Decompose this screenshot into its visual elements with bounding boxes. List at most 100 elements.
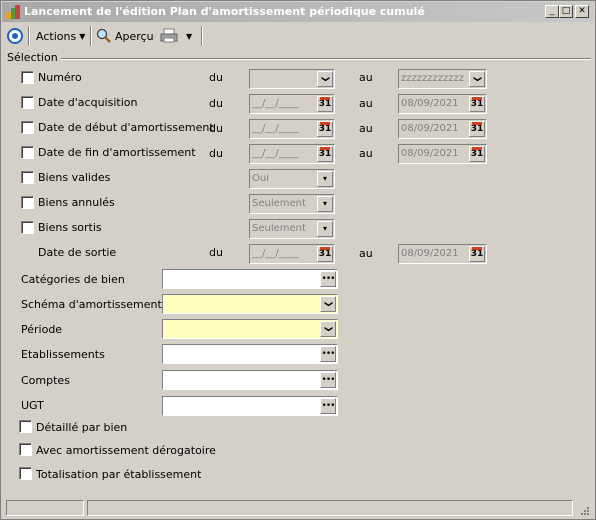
date-acquisition-from-field[interactable]: __/__/____ 31: [249, 94, 335, 114]
au-label: au: [359, 122, 373, 135]
calendar-icon: 31: [318, 122, 332, 134]
biens-valides-checkbox[interactable]: [21, 171, 34, 184]
date-sortie-to-value: 08/09/2021: [401, 248, 459, 259]
date-debut-to-calendar-button[interactable]: 31: [469, 121, 485, 137]
double-chevron-icon: ❯: [472, 75, 482, 83]
biens-sortis-value: Seulement: [252, 223, 306, 234]
actions-menu-button[interactable]: Actions ▼: [36, 25, 85, 47]
date-acquisition-from-value: __/__/____: [252, 98, 299, 109]
date-debut-from-field[interactable]: __/__/____ 31: [249, 119, 335, 139]
biens-sortis-select[interactable]: Seulement ▾: [249, 219, 335, 239]
periode-picker-button[interactable]: ❯: [320, 321, 336, 337]
etablissements-lookup-button[interactable]: •••: [320, 346, 336, 362]
title-bar[interactable]: Lancement de l'édition Plan d'amortissem…: [2, 2, 594, 22]
apercu-button[interactable]: Aperçu: [96, 25, 154, 47]
biens-sortis-checkbox[interactable]: [21, 221, 34, 234]
numero-checkbox[interactable]: [21, 71, 34, 84]
app-icon: [6, 5, 20, 19]
date-acquisition-from-calendar-button[interactable]: 31: [317, 96, 333, 112]
date-sortie-to-calendar-button[interactable]: 31: [469, 246, 485, 262]
biens-valides-select[interactable]: Oui ▾: [249, 169, 335, 189]
date-acquisition-to-calendar-button[interactable]: 31: [469, 96, 485, 112]
numero-to-field[interactable]: zzzzzzzzzzzz ❯: [398, 69, 487, 89]
date-debut-from-value: __/__/____: [252, 123, 299, 134]
ugt-field[interactable]: •••: [162, 396, 338, 416]
biens-annules-select[interactable]: Seulement ▾: [249, 194, 335, 214]
numero-to-picker-button[interactable]: ❯: [469, 71, 485, 87]
biens-sortis-dropdown-button[interactable]: ▾: [317, 221, 333, 237]
group-divider: [61, 58, 591, 60]
schema-label: Schéma d'amortissement: [21, 298, 162, 311]
calendar-icon: 31: [470, 122, 484, 134]
ugt-lookup-button[interactable]: •••: [320, 398, 336, 414]
date-fin-checkbox[interactable]: [21, 146, 34, 159]
calendar-icon: 31: [470, 97, 484, 109]
date-sortie-from-value: __/__/____: [252, 248, 299, 259]
actions-label: Actions: [36, 29, 77, 43]
periode-field[interactable]: ❯: [162, 319, 338, 339]
chevron-down-icon: ▼: [186, 31, 193, 41]
schema-picker-button[interactable]: ❯: [320, 296, 336, 312]
calendar-icon: 31: [318, 247, 332, 259]
biens-valides-label: Biens valides: [38, 171, 111, 184]
date-fin-to-calendar-button[interactable]: 31: [469, 146, 485, 162]
date-acquisition-to-value: 08/09/2021: [401, 98, 459, 109]
date-fin-to-value: 08/09/2021: [401, 148, 459, 159]
schema-field[interactable]: ❯: [162, 294, 338, 314]
apercu-label: Aperçu: [115, 29, 154, 43]
date-debut-checkbox[interactable]: [21, 121, 34, 134]
biens-annules-value: Seulement: [252, 198, 306, 209]
status-pane: [87, 500, 573, 516]
date-debut-to-value: 08/09/2021: [401, 123, 459, 134]
comptes-field[interactable]: •••: [162, 370, 338, 390]
date-acquisition-checkbox[interactable]: [21, 96, 34, 109]
numero-from-picker-button[interactable]: ❯: [317, 71, 333, 87]
calendar-icon: 31: [318, 147, 332, 159]
maximize-button[interactable]: □: [559, 5, 573, 18]
date-acquisition-to-field[interactable]: 08/09/2021 31: [398, 94, 487, 114]
biens-annules-checkbox[interactable]: [21, 196, 34, 209]
print-dropdown-button[interactable]: ▼: [186, 25, 192, 47]
etablissements-field[interactable]: •••: [162, 344, 338, 364]
print-button[interactable]: [160, 25, 178, 47]
calendar-icon: 31: [470, 247, 484, 259]
resize-grip-icon[interactable]: [578, 504, 590, 516]
refresh-button[interactable]: [6, 25, 24, 47]
biens-valides-dropdown-button[interactable]: ▾: [317, 171, 333, 187]
window: Lancement de l'édition Plan d'amortissem…: [0, 0, 596, 520]
date-debut-label: Date de début d'amortissement: [38, 121, 214, 134]
date-fin-from-calendar-button[interactable]: 31: [317, 146, 333, 162]
chevron-down-icon: ▾: [322, 224, 327, 233]
toolbar-separator: [90, 26, 92, 46]
categories-lookup-button[interactable]: •••: [320, 271, 336, 287]
minimize-button[interactable]: _: [545, 5, 559, 18]
au-label: au: [359, 247, 373, 260]
date-sortie-to-field[interactable]: 08/09/2021 31: [398, 244, 487, 264]
close-button[interactable]: ✕: [575, 5, 589, 18]
date-fin-from-field[interactable]: __/__/____ 31: [249, 144, 335, 164]
derogatoire-label: Avec amortissement dérogatoire: [36, 444, 216, 457]
date-debut-to-field[interactable]: 08/09/2021 31: [398, 119, 487, 139]
derogatoire-checkbox[interactable]: [19, 443, 32, 456]
printer-icon: [160, 28, 178, 43]
status-pane: [6, 500, 84, 516]
date-acquisition-label: Date d'acquisition: [38, 96, 138, 109]
ellipsis-icon: •••: [321, 375, 336, 385]
categories-field[interactable]: •••: [162, 269, 338, 289]
comptes-lookup-button[interactable]: •••: [320, 372, 336, 388]
numero-from-field[interactable]: ❯: [249, 69, 335, 89]
detail-par-bien-checkbox[interactable]: [19, 420, 32, 433]
ellipsis-icon: •••: [321, 401, 336, 411]
du-label: du: [209, 97, 223, 110]
biens-annules-dropdown-button[interactable]: ▾: [317, 196, 333, 212]
date-fin-to-field[interactable]: 08/09/2021 31: [398, 144, 487, 164]
au-label: au: [359, 71, 373, 84]
date-sortie-from-calendar-button[interactable]: 31: [317, 246, 333, 262]
calendar-icon: 31: [318, 97, 332, 109]
biens-valides-value: Oui: [252, 173, 269, 184]
date-debut-from-calendar-button[interactable]: 31: [317, 121, 333, 137]
date-sortie-from-field[interactable]: __/__/____ 31: [249, 244, 335, 264]
totalisation-checkbox[interactable]: [19, 467, 32, 480]
du-label: du: [209, 246, 223, 259]
double-chevron-icon: ❯: [320, 75, 330, 83]
